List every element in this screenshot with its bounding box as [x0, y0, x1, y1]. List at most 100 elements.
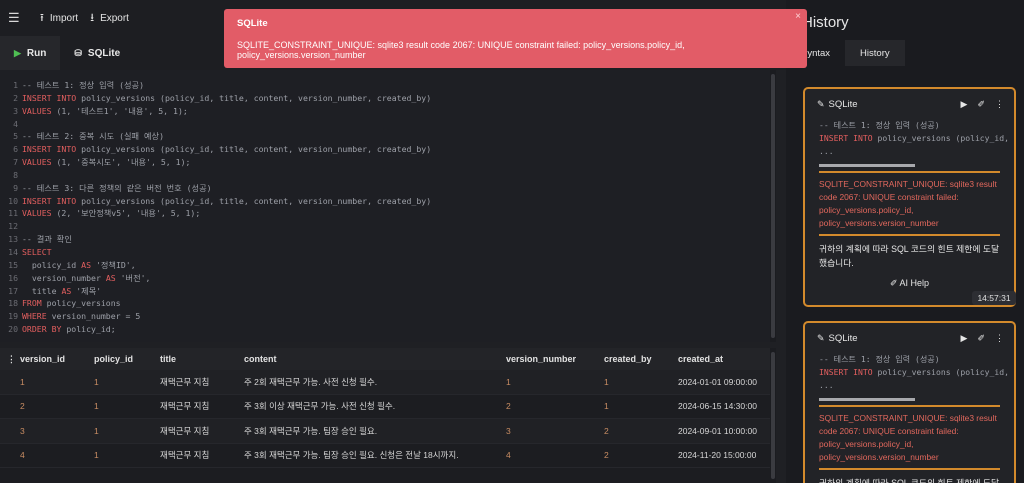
table-row[interactable]: 1 1 재택근무 지침 주 2회 재택근무 가능. 사전 신청 필수. 1 1 2024-0… — [0, 370, 770, 395]
run-button[interactable]: ▶ Run — [0, 36, 61, 70]
code-line: INSERT INTO policy_versions (policy_id, — [819, 367, 1010, 377]
import-button[interactable]: ⭱ Import — [40, 9, 78, 28]
play-icon[interactable]: ▶ — [961, 99, 968, 110]
column-header-created-at[interactable]: created_at — [678, 354, 768, 364]
column-header-version-id[interactable]: version_id — [12, 354, 94, 364]
code-text: INSERT INTO policy_versions (policy_id, … — [22, 92, 432, 103]
code-line: -- 테스트 1: 정상 입력 (성공) — [819, 120, 940, 130]
editor-scrollbar-thumb[interactable] — [771, 74, 775, 338]
code-line: 19 WHERE version_number = 5 — [0, 310, 770, 323]
code-line: 6 INSERT INTO policy_versions (policy_id,… — [0, 143, 770, 156]
code-line: 17 title AS '제목' — [0, 285, 770, 298]
table-cell: 1 — [94, 401, 99, 412]
line-number: 15 — [8, 259, 18, 270]
code-line: 5 -- 테스트 2: 중복 시도 (실패 예상) — [0, 130, 770, 143]
table-row[interactable]: 2 1 재택근무 지침 주 3회 이상 재택근무 가능. 사전 신청 필수. 2 1 202… — [0, 395, 770, 419]
code-text: -- 테스트 3: 다른 정책의 같은 버전 번호 (성공) — [22, 182, 212, 193]
table-cell: 2024-06-15 14:30:00 — [678, 401, 757, 412]
line-number: 16 — [8, 272, 18, 283]
play-icon: ▶ — [14, 47, 21, 58]
hamburger-menu-icon[interactable]: ☰ — [8, 10, 28, 26]
history-card-engine: SQLite — [828, 332, 858, 344]
code-editor[interactable]: 1 -- 테스트 1: 정상 입력 (성공) 2 INSERT INTO policy… — [0, 70, 770, 342]
toast-message: SQLITE_CONSTRAINT_UNIQUE: sqlite3 result… — [237, 40, 685, 60]
line-number: 12 — [8, 221, 18, 232]
code-text: title AS '제목' — [22, 285, 102, 296]
export-button[interactable]: ⭳ Export — [90, 9, 129, 28]
close-icon[interactable]: × — [795, 11, 801, 22]
line-number: 6 — [13, 144, 18, 155]
results-scrollbar[interactable] — [770, 348, 776, 483]
column-menu-icon[interactable]: ⋮ — [0, 354, 12, 365]
column-header-created-by[interactable]: created_by — [604, 354, 678, 364]
line-number: 5 — [13, 131, 18, 142]
history-card-message: 귀하의 계획에 따라 SQL 코드의 힌트 제한에 도달했습니다. — [819, 244, 1000, 268]
history-card-header: ✎ SQLite ▶ ✐ ⋮ — [805, 323, 1014, 353]
line-number: 18 — [8, 298, 18, 309]
history-panel: History Syntax History ✎ SQLite ▶ ✐ ⋮ --… — [786, 0, 1024, 483]
code-text: VALUES (2, '보안정책v5', '내용', 5, 1); — [22, 208, 201, 219]
export-label: Export — [100, 12, 129, 24]
line-number: 19 — [8, 311, 18, 322]
results-body: 1 1 재택근무 지침 주 2회 재택근무 가능. 사전 신청 필수. 1 1 2024-0… — [0, 370, 770, 468]
line-number: 7 — [13, 157, 18, 168]
table-cell: 1 — [604, 376, 609, 387]
column-header-policy-id[interactable]: policy_id — [94, 354, 160, 364]
code-line: 13 -- 결과 확인 — [0, 233, 770, 246]
code-line: 4 — [0, 118, 770, 131]
tab-sqlite-label: SQLite — [87, 47, 121, 59]
code-line: -- 테스트 1: 정상 입력 (성공) — [819, 354, 940, 364]
edit-icon[interactable]: ✐ — [977, 333, 985, 344]
code-line: 10 INSERT INTO policy_versions (policy_id… — [0, 195, 770, 208]
line-number: 8 — [13, 169, 18, 180]
history-card-error: SQLITE_CONSTRAINT_UNIQUE: sqlite3 result… — [819, 179, 997, 228]
column-header-title[interactable]: title — [160, 354, 244, 364]
ai-help-button[interactable]: ✐ AI Help — [805, 278, 1014, 289]
tab-sqlite[interactable]: ⛁ SQLite — [60, 36, 134, 70]
code-text: FROM policy_versions — [22, 298, 121, 309]
pencil-icon: ✎ — [817, 332, 825, 343]
magic-wand-icon: ✐ — [889, 278, 898, 288]
column-header-version-number[interactable]: version_number — [506, 354, 604, 364]
tab-history[interactable]: History — [845, 40, 905, 66]
table-cell: 1 — [506, 376, 511, 387]
results-scrollbar-thumb[interactable] — [771, 352, 775, 479]
code-text: VALUES (1, '테스트1', '내용', 5, 1); — [22, 105, 188, 116]
database-icon: ⛁ — [74, 47, 82, 58]
history-card[interactable]: ✎ SQLite ▶ ✐ ⋮ -- 테스트 1: 정상 입력 (성공) INSER… — [803, 87, 1016, 307]
table-cell: 2 — [604, 450, 609, 461]
code-line: 9 -- 테스트 3: 다른 정책의 같은 버전 번호 (성공) — [0, 182, 770, 195]
table-row[interactable]: 4 1 재택근무 지침 주 3회 재택근무 가능. 팀장 승인 필요. 신청은 전날 … — [0, 444, 770, 468]
history-card-error: SQLITE_CONSTRAINT_UNIQUE: sqlite3 result… — [819, 413, 997, 462]
code-line: 16 version_number AS '버전', — [0, 272, 770, 285]
code-text: -- 테스트 2: 중복 시도 (실패 예상) — [22, 131, 165, 142]
panel-title: History — [802, 14, 849, 31]
history-card-code: -- 테스트 1: 정상 입력 (성공) INSERT INTO policy_v… — [805, 353, 1014, 392]
divider — [819, 398, 915, 401]
code-line: ... — [819, 380, 834, 390]
column-header-content[interactable]: content — [244, 354, 506, 364]
history-card-message: 귀하의 계획에 따라 SQL 코드의 힌트 제한에 도달했습니다. — [819, 478, 1000, 483]
editor-scrollbar[interactable] — [770, 70, 776, 342]
history-card-code: -- 테스트 1: 정상 입력 (성공) INSERT INTO policy_v… — [805, 119, 1014, 158]
table-row[interactable]: 3 1 재택근무 지침 주 3회 재택근무 가능. 팀장 승인 필요. 3 2 2024-0… — [0, 419, 770, 444]
download-icon: ⭳ — [90, 11, 95, 24]
code-text: -- 결과 확인 — [22, 234, 72, 245]
history-timestamp: 14:57:31 — [972, 291, 1016, 305]
table-cell: 재택근무 지침 — [160, 450, 210, 461]
code-text: version_number AS '버전', — [22, 272, 151, 283]
table-cell: 4 — [506, 450, 511, 461]
line-number: 13 — [8, 234, 18, 245]
line-number: 1 — [13, 80, 18, 90]
more-icon[interactable]: ⋮ — [995, 99, 1004, 110]
more-icon[interactable]: ⋮ — [995, 333, 1004, 344]
history-card[interactable]: ✎ SQLite ▶ ✐ ⋮ -- 테스트 1: 정상 입력 (성공) INSER… — [803, 321, 1016, 483]
code-line: 8 — [0, 169, 770, 182]
code-line: ... — [819, 146, 834, 156]
table-cell: 1 — [604, 401, 609, 412]
line-number: 10 — [8, 195, 18, 206]
play-icon[interactable]: ▶ — [961, 333, 968, 344]
code-text: INSERT INTO policy_versions (policy_id, … — [22, 195, 432, 206]
edit-icon[interactable]: ✐ — [977, 99, 985, 110]
code-text: policy_id AS '정책ID', — [22, 259, 136, 270]
